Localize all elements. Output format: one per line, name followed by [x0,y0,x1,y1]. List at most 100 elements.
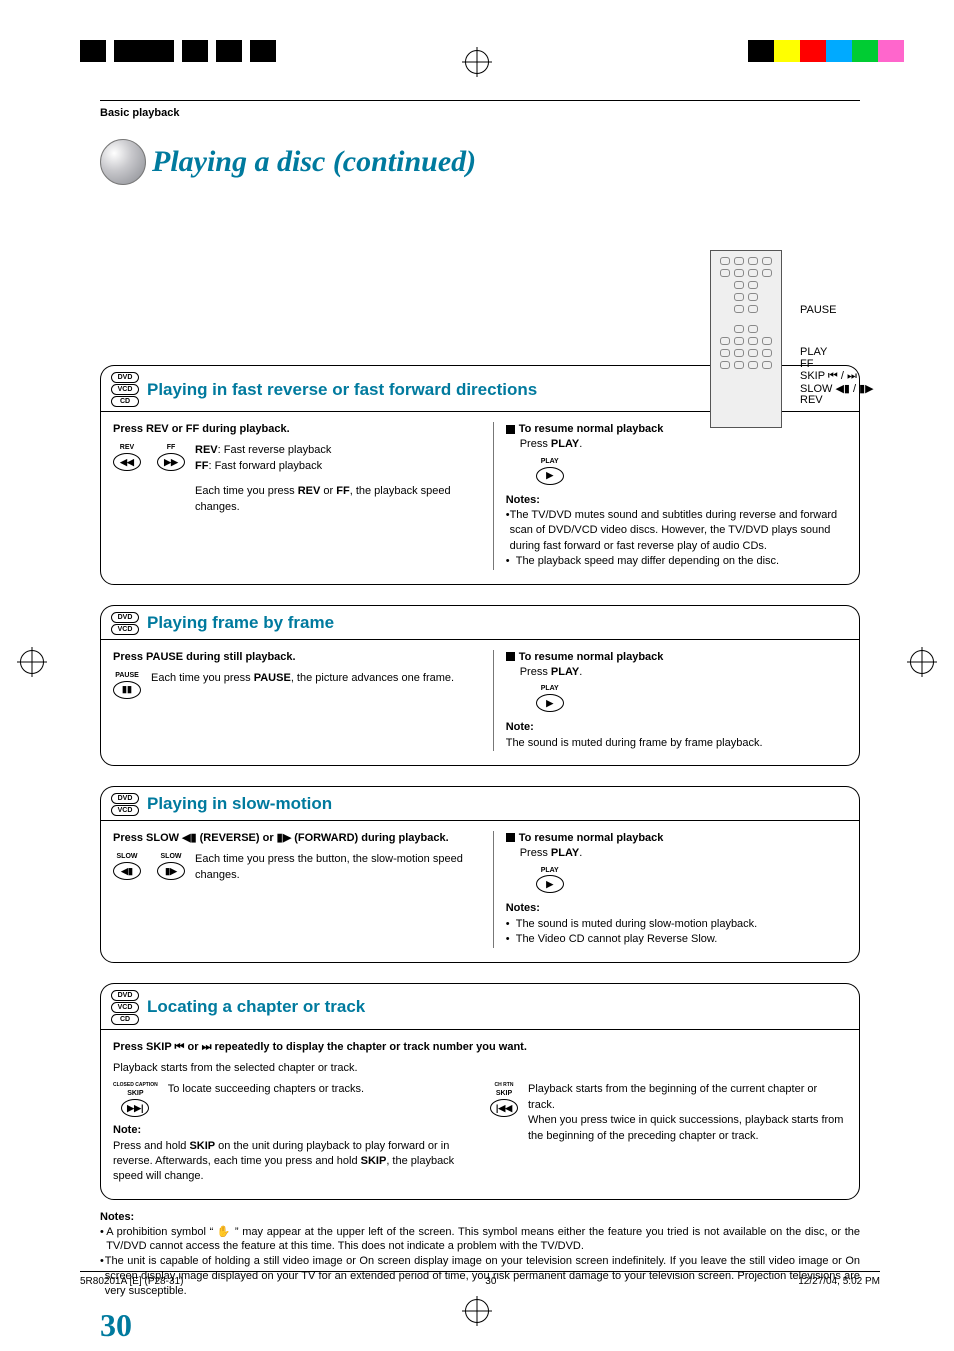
sphere-bullet-icon [100,139,146,185]
play-button-icon: PLAY▶ [536,866,564,894]
registration-mark-icon [20,650,44,674]
slow-fwd-button-icon: SLOW▮▶ [157,852,185,880]
play-button-icon: PLAY▶ [536,684,564,712]
registration-mark-icon [465,1299,489,1323]
section-header-slow: DVD VCD Playing in slow-motion [100,786,860,820]
note-heading: Note: [113,1123,470,1138]
square-bullet-icon [506,833,515,842]
cd-badge-icon: CD [111,1014,139,1025]
locate-col2-text: Playback starts from the beginning of th… [528,1082,847,1113]
section-header-frame: DVD VCD Playing frame by frame [100,605,860,639]
notes-heading: Notes: [506,901,847,916]
remote-outline-icon [710,250,782,428]
color-bar [852,40,878,62]
each-press-text: Each time you press the button, the slow… [195,852,483,883]
section-body-locate: Press SKIP ⏮ or ⏭ repeatedly to display … [100,1029,860,1200]
resume-text: Press PLAY. [520,665,847,680]
remote-label-pause: PAUSE [800,304,836,316]
color-bar [774,40,800,62]
section-body-slow: Press SLOW ◀▮ (REVERSE) or ▮▶ (FORWARD) … [100,820,860,963]
slow-rev-button-icon: SLOW◀▮ [113,852,141,880]
color-bar [748,40,774,62]
rev-ff-buttons: REV◀◀ FF▶▶ [113,443,185,471]
rev-button-icon: REV◀◀ [113,443,141,471]
note-item: •The playback speed may differ depending… [506,554,847,569]
pause-button-icon: PAUSE▮▮ [113,671,141,699]
resume-heading: To resume normal playback [519,832,664,844]
each-press-text: Each time you press REV or FF, the playb… [195,484,483,515]
disc-badges: DVD VCD [111,612,139,635]
footer: 5R80201A [E] (P28-31) 30 12/27/04, 5:02 … [80,1271,880,1287]
sub-instruction: Playback starts from the selected chapte… [113,1061,847,1076]
locate-col1-text: To locate succeeding chapters or tracks. [168,1082,364,1097]
page-title: Playing a disc (continued) [152,145,476,179]
disc-badges: DVD VCD [111,793,139,816]
disc-badges: DVD VCD CD [111,990,139,1025]
page: Basic playback Playing a disc (continued… [0,0,954,1351]
breadcrumb: Basic playback [100,107,860,119]
note-item: •The TV/DVD mutes sound and subtitles du… [506,508,847,554]
step-instruction: Press REV or FF during playback. [113,422,483,437]
remote-label-ff: FF [800,358,813,370]
note-item: •The sound is muted during slow-motion p… [506,917,847,932]
final-notes-heading: Notes: [100,1210,860,1225]
note-item: •The Video CD cannot play Reverse Slow. [506,932,847,947]
section-title: Playing in fast reverse or fast forward … [147,380,537,400]
step-instruction: Press PAUSE during still playback. [113,650,483,665]
dvd-badge-icon: DVD [111,372,139,383]
color-bar [826,40,852,62]
vcd-badge-icon: VCD [111,1002,139,1013]
top-rule [100,100,860,101]
color-bar [878,40,904,62]
rev-text: : Fast reverse playback [218,444,332,456]
resume-heading: To resume normal playback [519,651,664,663]
color-bar [800,40,826,62]
section-body-fastrev: Press REV or FF during playback. REV◀◀ F… [100,411,860,585]
black-bars [80,40,284,62]
note-heading: Note: [506,720,847,735]
remote-label-play: PLAY [800,346,827,358]
content-area: Basic playback Playing a disc (continued… [100,100,860,1344]
cd-badge-icon: CD [111,396,139,407]
section-title: Playing frame by frame [147,613,334,633]
skip-prev-button-icon: CH RTN SKIP |◀◀ [490,1082,518,1117]
title-row: Playing a disc (continued) [100,139,860,185]
square-bullet-icon [506,652,515,661]
remote-diagram: PAUSE PLAY FF SKIP ⏮ / ⏭ SLOW ◀▮ / ▮▶ RE… [710,250,950,430]
note-item: The sound is muted during frame by frame… [506,736,847,751]
rev-label: REV [195,444,218,456]
color-bar [722,40,748,62]
step-instruction: Press SLOW ◀▮ (REVERSE) or ▮▶ (FORWARD) … [113,831,483,846]
locate-note-text: Press and hold SKIP on the unit during p… [113,1139,470,1185]
registration-mark-icon [465,50,489,74]
square-bullet-icon [506,425,515,434]
section-title: Playing in slow-motion [147,794,332,814]
ff-button-icon: FF▶▶ [157,443,185,471]
vcd-badge-icon: VCD [111,805,139,816]
step-instruction: Press SKIP ⏮ or ⏭ repeatedly to display … [113,1040,847,1055]
vcd-badge-icon: VCD [111,624,139,635]
final-note-item: •A prohibition symbol “ ✋ ” may appear a… [100,1225,860,1255]
section-body-frame: Press PAUSE during still playback. PAUSE… [100,639,860,766]
disc-badges: DVD VCD CD [111,372,139,407]
color-bars [722,40,904,62]
footer-left: 5R80201A [E] (P28-31) [80,1276,183,1287]
notes-heading: Notes: [506,493,847,508]
slow-buttons: SLOW◀▮ SLOW▮▶ [113,852,185,880]
vcd-badge-icon: VCD [111,384,139,395]
locate-col2-text2: When you press twice in quick succession… [528,1113,847,1144]
section-header-locate: DVD VCD CD Locating a chapter or track [100,983,860,1029]
registration-mark-icon [910,650,934,674]
resume-heading: To resume normal playback [519,423,664,435]
play-button-icon: PLAY▶ [536,457,564,485]
footer-right: 12/27/04, 5:02 PM [798,1276,880,1287]
section-title: Locating a chapter or track [147,997,365,1017]
ff-label: FF [195,460,208,472]
resume-text: Press PLAY. [520,437,847,452]
pause-button: PAUSE▮▮ [113,671,141,699]
resume-text: Press PLAY. [520,846,847,861]
dvd-badge-icon: DVD [111,793,139,804]
dvd-badge-icon: DVD [111,990,139,1001]
skip-next-button-icon: CLOSED CAPTION SKIP ▶▶| [113,1082,158,1117]
dvd-badge-icon: DVD [111,612,139,623]
